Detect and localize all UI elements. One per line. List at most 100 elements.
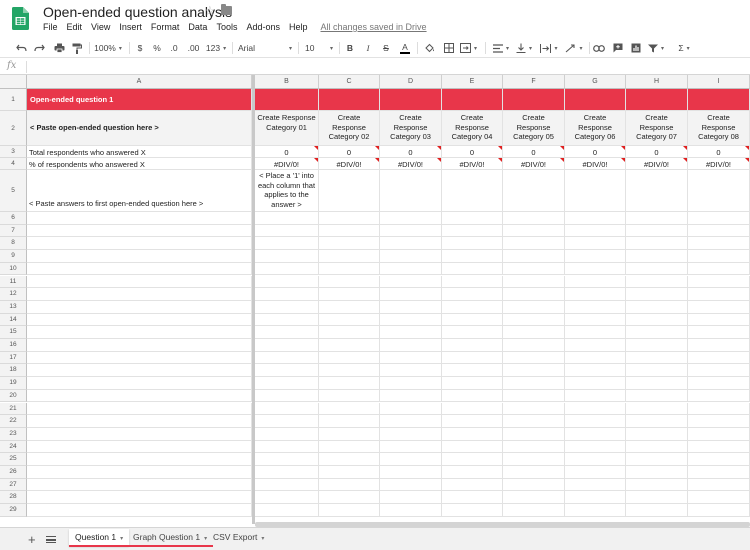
row-header-19[interactable]: 19 (0, 377, 27, 390)
cell-d6[interactable] (380, 212, 442, 225)
cell-g26[interactable] (565, 466, 626, 479)
error-flag-icon[interactable] (314, 158, 318, 162)
error-flag-icon[interactable] (745, 158, 749, 162)
strikethrough-button[interactable]: S (380, 40, 392, 56)
cell-b8[interactable] (255, 237, 319, 251)
cell-h29[interactable] (626, 504, 688, 517)
category-percent-cell[interactable]: #DIV/0! (255, 158, 319, 170)
cell-e5[interactable] (442, 170, 503, 212)
cell-h5[interactable] (626, 170, 688, 212)
cell-h12[interactable] (626, 288, 688, 301)
cell-c11[interactable] (319, 275, 380, 289)
category-total-cell[interactable]: 0 (688, 146, 750, 158)
cell-b18[interactable] (255, 364, 319, 378)
cell-h21[interactable] (626, 402, 688, 416)
response-category-header[interactable]: Create Response Category 04 (442, 111, 503, 146)
cell-b10[interactable] (255, 262, 319, 276)
cell-b11[interactable] (255, 275, 319, 289)
filter-icon[interactable]: ▾ (646, 40, 666, 56)
cell-g21[interactable] (565, 402, 626, 416)
error-flag-icon[interactable] (683, 146, 687, 150)
add-sheet-button[interactable]: + (28, 532, 36, 547)
row-header-21[interactable]: 21 (0, 402, 27, 416)
column-header-g[interactable]: G (565, 75, 626, 89)
category-percent-cell[interactable]: #DIV/0! (565, 158, 626, 170)
cell-g25[interactable] (565, 453, 626, 466)
percent-respondents-label[interactable]: % of respondents who answered X (27, 158, 252, 170)
cell-e21[interactable] (442, 402, 503, 416)
cell-c5[interactable] (319, 170, 380, 212)
cell-a17[interactable] (27, 351, 252, 365)
cell-g14[interactable] (565, 313, 626, 327)
cell-e28[interactable] (442, 491, 503, 505)
category-total-cell[interactable]: 0 (626, 146, 688, 158)
cell-a16[interactable] (27, 339, 252, 352)
cell-b7[interactable] (255, 224, 319, 238)
cell-c23[interactable] (319, 427, 380, 441)
cell-f1[interactable] (503, 89, 565, 111)
cell-f8[interactable] (503, 237, 565, 251)
cell-a12[interactable] (27, 288, 252, 301)
cell-b16[interactable] (255, 339, 319, 352)
cell-i1[interactable] (688, 89, 750, 111)
error-flag-icon[interactable] (560, 158, 564, 162)
cell-e14[interactable] (442, 313, 503, 327)
row-header-27[interactable]: 27 (0, 478, 27, 492)
cell-e10[interactable] (442, 262, 503, 276)
cell-a13[interactable] (27, 300, 252, 314)
cell-f13[interactable] (503, 300, 565, 314)
cell-d10[interactable] (380, 262, 442, 276)
row-header-16[interactable]: 16 (0, 339, 27, 352)
cell-i9[interactable] (688, 250, 750, 263)
menu-insert[interactable]: Insert (119, 22, 142, 36)
cell-c17[interactable] (319, 351, 380, 365)
cell-d17[interactable] (380, 351, 442, 365)
menu-format[interactable]: Format (151, 22, 180, 36)
align-vertical-icon[interactable]: ▾ (515, 40, 533, 56)
cell-g18[interactable] (565, 364, 626, 378)
cell-g12[interactable] (565, 288, 626, 301)
error-flag-icon[interactable] (498, 158, 502, 162)
cell-d23[interactable] (380, 427, 442, 441)
column-header-b[interactable]: B (255, 75, 319, 89)
sheet-tab-question-1[interactable]: Question 1 ▾ (69, 529, 130, 547)
category-total-cell[interactable]: 0 (380, 146, 442, 158)
cell-e23[interactable] (442, 427, 503, 441)
cell-e15[interactable] (442, 326, 503, 339)
sheet-tab-csv-export[interactable]: CSV Export ▾ (207, 529, 270, 546)
cell-e12[interactable] (442, 288, 503, 301)
cell-a29[interactable] (27, 504, 252, 517)
functions-icon[interactable]: Σ ▾ (674, 40, 694, 56)
cell-h13[interactable] (626, 300, 688, 314)
cell-a26[interactable] (27, 466, 252, 479)
cell-a25[interactable] (27, 453, 252, 466)
cell-d20[interactable] (380, 389, 442, 403)
cell-b9[interactable] (255, 250, 319, 263)
error-flag-icon[interactable] (745, 146, 749, 150)
insert-comment-icon[interactable] (611, 40, 625, 56)
question-text-cell[interactable]: < Paste open-ended question here > (27, 111, 252, 146)
cell-c26[interactable] (319, 466, 380, 479)
cell-d12[interactable] (380, 288, 442, 301)
cell-g1[interactable] (565, 89, 626, 111)
cell-h22[interactable] (626, 415, 688, 428)
cell-h24[interactable] (626, 440, 688, 454)
cell-i24[interactable] (688, 440, 750, 454)
category-total-cell[interactable]: 0 (319, 146, 380, 158)
cell-c29[interactable] (319, 504, 380, 517)
category-total-cell[interactable]: 0 (503, 146, 565, 158)
cell-b21[interactable] (255, 402, 319, 416)
cell-f10[interactable] (503, 262, 565, 276)
row-header-28[interactable]: 28 (0, 491, 27, 505)
cell-d13[interactable] (380, 300, 442, 314)
cell-d19[interactable] (380, 377, 442, 390)
cell-g16[interactable] (565, 339, 626, 352)
category-percent-cell[interactable]: #DIV/0! (380, 158, 442, 170)
insert-chart-icon[interactable] (629, 40, 643, 56)
cell-g5[interactable] (565, 170, 626, 212)
cell-h11[interactable] (626, 275, 688, 289)
zoom-select[interactable]: 100% ▾ (94, 40, 122, 56)
cell-h17[interactable] (626, 351, 688, 365)
cell-i12[interactable] (688, 288, 750, 301)
folder-icon[interactable] (221, 4, 232, 15)
